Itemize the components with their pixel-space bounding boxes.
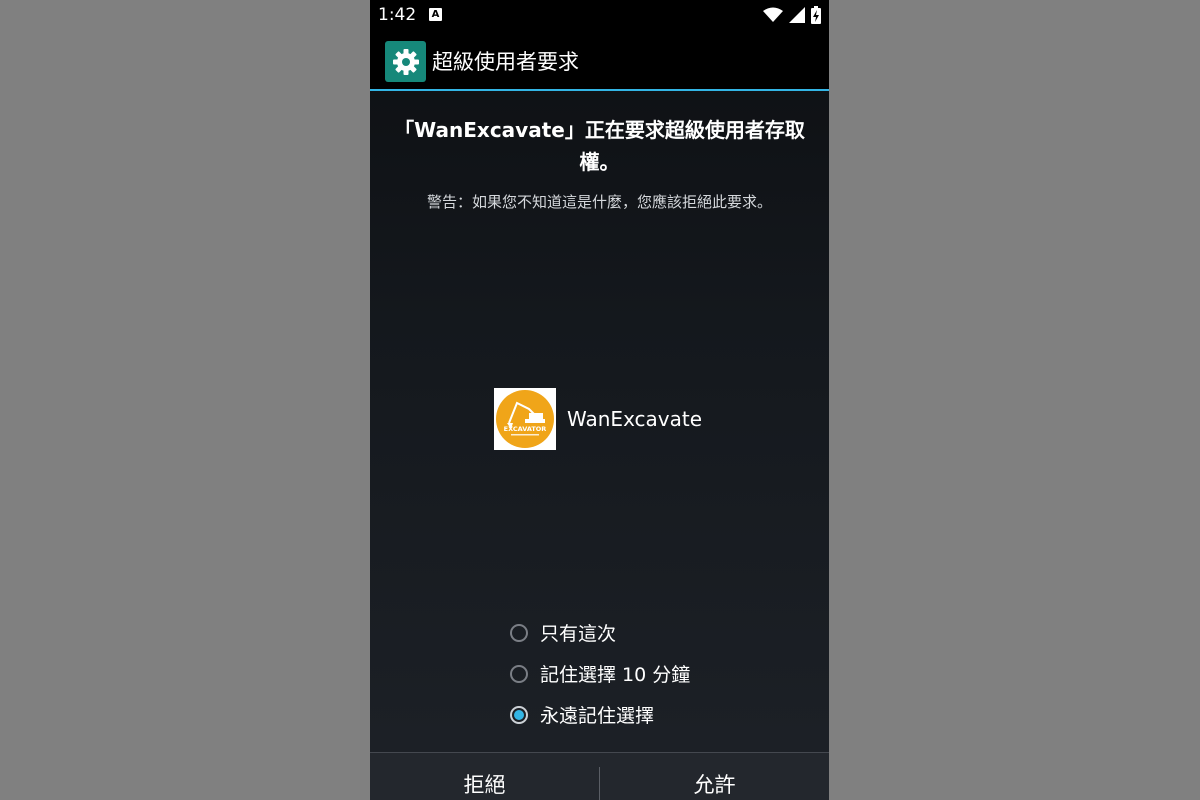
status-time: 1:42: [378, 5, 417, 25]
radio-button[interactable]: [510, 664, 528, 683]
option-label: 只有這次: [540, 623, 617, 645]
requesting-app: EXCAVATOR WanExcavate: [494, 388, 702, 450]
button-bar: 拒絕 允許: [370, 752, 829, 800]
phone-screen: 1:42 A 超級使用者要求 「WanExcavate」正在要求超級使用者存取權…: [370, 0, 829, 800]
option-remember-10-min[interactable]: 記住選擇 10 分鐘: [510, 653, 690, 694]
status-bar: 1:42 A: [370, 0, 829, 30]
option-remember-forever[interactable]: 永遠記住選擇: [510, 694, 690, 735]
option-label: 記住選擇 10 分鐘: [540, 664, 691, 686]
radio-button[interactable]: [510, 623, 528, 642]
battery-icon: [811, 6, 821, 24]
app-bar-title: 超級使用者要求: [432, 50, 579, 74]
app-name: WanExcavate: [567, 407, 703, 431]
app-logo: EXCAVATOR: [494, 388, 556, 450]
option-label: 永遠記住選擇: [540, 705, 655, 727]
warning-text: 警告：如果您不知道這是什麼，您應該拒絕此要求。: [426, 193, 772, 211]
status-icons: [763, 6, 821, 24]
request-title: 「WanExcavate」正在要求超級使用者存取權。: [394, 118, 805, 174]
app-bar: 超級使用者要求: [370, 30, 829, 91]
wifi-icon: [763, 7, 783, 22]
app-logo-text: EXCAVATOR: [504, 425, 547, 433]
gear-icon: [385, 41, 426, 82]
radio-button-selected[interactable]: [510, 705, 528, 724]
option-only-once[interactable]: 只有這次: [510, 612, 690, 653]
remember-options: 只有這次 記住選擇 10 分鐘 永遠記住選擇: [510, 612, 690, 735]
cell-signal-icon: [789, 7, 805, 23]
deny-button[interactable]: 拒絕: [370, 753, 599, 800]
a-icon: A: [429, 8, 442, 21]
allow-button[interactable]: 允許: [600, 753, 829, 800]
